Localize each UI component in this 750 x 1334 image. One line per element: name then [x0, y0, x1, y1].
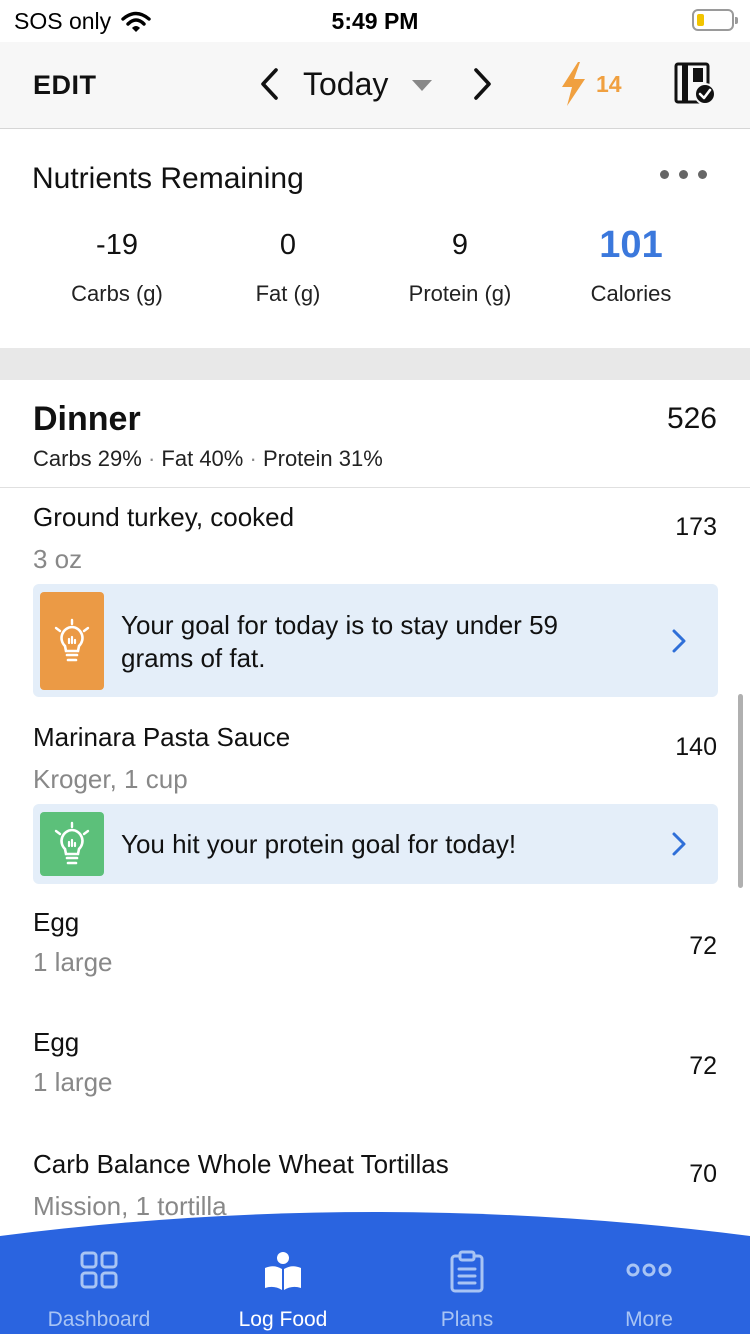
food-item[interactable]: Egg 1 large 72: [0, 907, 750, 987]
tab-more[interactable]: More: [556, 1206, 742, 1334]
nutrient-carbs: -19 Carbs (g): [27, 225, 207, 307]
tab-log-food[interactable]: Log Food: [190, 1206, 376, 1334]
nutrient-protein: 9 Protein (g): [370, 225, 550, 307]
chevron-left-icon[interactable]: [254, 62, 284, 106]
edit-button[interactable]: EDIT: [33, 70, 97, 101]
meal-macros: Carbs 29% · Fat 40% · Protein 31%: [33, 446, 383, 472]
date-label[interactable]: Today: [303, 66, 388, 103]
nutrient-value: 9: [451, 229, 469, 261]
food-serving: 1 large: [33, 1067, 113, 1097]
food-name: Egg: [33, 907, 80, 937]
tab-label: Plans: [440, 1308, 494, 1331]
meal-carbs: Carbs 29%: [33, 446, 142, 471]
tip-card[interactable]: Your goal for today is to stay under 59 …: [33, 584, 718, 697]
streak-indicator[interactable]: 14: [556, 60, 622, 108]
food-name: Marinara Pasta Sauce: [33, 722, 291, 752]
clipboard-icon: [450, 1250, 484, 1293]
meal-header[interactable]: Dinner 526 Carbs 29% · Fat 40% · Protein…: [0, 380, 750, 488]
tip-icon-box: [40, 592, 104, 690]
meal-protein: Protein 31%: [262, 446, 383, 471]
nutrient-fat: 0 Fat (g): [198, 225, 378, 307]
macro-separator: ·: [147, 446, 156, 471]
food-name: Carb Balance Whole Wheat Tortillas: [33, 1149, 449, 1179]
section-divider: [0, 348, 750, 380]
plan-check-icon[interactable]: [674, 62, 716, 106]
top-nav: EDIT Today 14: [0, 42, 750, 129]
more-options-icon[interactable]: [660, 170, 707, 179]
status-bar: SOS only 5:49 PM: [0, 0, 750, 42]
chevron-right-icon[interactable]: [468, 62, 498, 106]
tab-label: Dashboard: [47, 1308, 151, 1331]
tab-label: Log Food: [238, 1308, 328, 1331]
tab-dashboard[interactable]: Dashboard: [6, 1206, 192, 1334]
food-calories: 140: [675, 733, 717, 761]
food-calories: 173: [675, 513, 717, 541]
meal-title: Dinner: [33, 400, 141, 438]
nutrient-label: Fat (g): [255, 281, 321, 306]
dashboard-icon: [80, 1251, 118, 1289]
tip-icon-box: [40, 812, 104, 876]
tip-text-line: grams of fat.: [121, 643, 266, 673]
food-calories: 72: [689, 932, 717, 960]
nutrient-label: Carbs (g): [71, 281, 163, 306]
food-name: Egg: [33, 1027, 80, 1057]
battery-level: [697, 14, 704, 26]
food-calories: 72: [689, 1052, 717, 1080]
food-item[interactable]: Ground turkey, cooked 3 oz 173: [0, 502, 750, 582]
scrollbar[interactable]: [738, 694, 743, 888]
chevron-right-icon[interactable]: [670, 830, 688, 858]
caret-down-icon[interactable]: [412, 80, 432, 91]
more-dots-icon: [626, 1263, 672, 1277]
tip-text: You hit your protein goal for today!: [121, 829, 517, 859]
chevron-right-icon[interactable]: [670, 627, 688, 655]
food-name: Ground turkey, cooked: [33, 502, 295, 532]
meal-total-calories: 526: [666, 402, 717, 435]
nutrient-value: 0: [279, 229, 297, 261]
tip-text-line: Your goal for today is to stay under 59: [121, 610, 558, 640]
tab-plans[interactable]: Plans: [374, 1206, 560, 1334]
nutrient-label: Protein (g): [408, 281, 512, 306]
nutrients-remaining-card: Nutrients Remaining -19 Carbs (g) 0 Fat …: [0, 130, 750, 348]
food-serving: 3 oz: [33, 544, 83, 574]
tip-text: Your goal for today is to stay under 59 …: [121, 609, 558, 675]
log-food-icon: [265, 1252, 301, 1290]
food-calories: 70: [689, 1160, 717, 1188]
battery-icon: [692, 9, 738, 31]
food-serving: Kroger, 1 cup: [33, 764, 188, 794]
tab-bar: Dashboard Log Food Plans More: [0, 1206, 750, 1334]
streak-count: 14: [596, 70, 622, 97]
tip-card[interactable]: You hit your protein goal for today!: [33, 804, 718, 884]
lightbulb-icon: [54, 821, 90, 865]
food-serving: 1 large: [33, 947, 113, 977]
tab-label: More: [625, 1308, 673, 1331]
food-item[interactable]: Egg 1 large 72: [0, 1027, 750, 1107]
food-item[interactable]: Marinara Pasta Sauce Kroger, 1 cup 140: [0, 722, 750, 802]
nutrient-calories: 101 Calories: [541, 225, 721, 307]
nutrient-value: 101: [599, 224, 663, 266]
nutrient-value: -19: [96, 229, 138, 261]
lightbulb-icon: [54, 618, 90, 662]
meal-fat: Fat 40%: [161, 446, 244, 471]
lightning-icon: [562, 62, 585, 106]
status-time: 5:49 PM: [331, 8, 419, 34]
macro-separator: ·: [249, 446, 257, 471]
nutrient-label: Calories: [590, 281, 672, 306]
nutrients-title: Nutrients Remaining: [32, 162, 304, 195]
